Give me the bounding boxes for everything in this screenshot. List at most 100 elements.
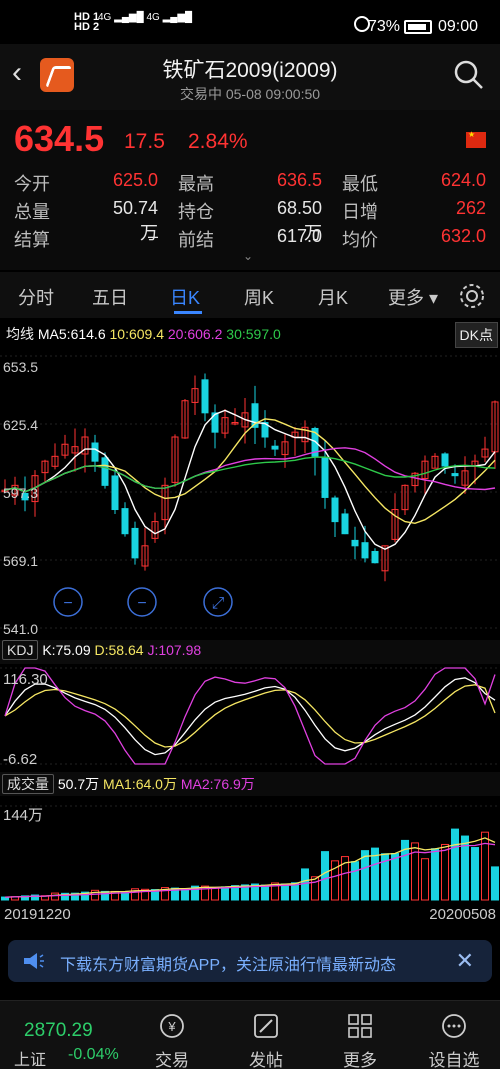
stat-value: 636.5 bbox=[276, 170, 322, 190]
candle-body bbox=[351, 539, 359, 547]
index-name: 上证 bbox=[14, 1052, 47, 1069]
signal-icon: 4G ▂▄▆█ 4G ▂▄▆█ bbox=[98, 12, 193, 23]
volume-bar bbox=[351, 861, 359, 901]
tab-5[interactable]: 更多 ▾ bbox=[388, 284, 438, 310]
grid-icon[interactable] bbox=[330, 1012, 390, 1042]
bottom-item-label[interactable]: 交易 bbox=[142, 1046, 202, 1069]
bottom-item-label[interactable]: 设自选 bbox=[424, 1046, 484, 1069]
stat-label: 总量 bbox=[14, 202, 50, 222]
tab-4[interactable]: 月K bbox=[318, 284, 348, 310]
date-end: 20200508 bbox=[429, 906, 496, 923]
index-value[interactable]: 2870.29 bbox=[24, 1020, 93, 1042]
hd2-label: HD 2 bbox=[74, 21, 100, 33]
stat-value: 262 bbox=[455, 198, 486, 218]
candle-body bbox=[271, 445, 279, 450]
stat-value: 624.0 bbox=[440, 170, 486, 190]
candle-body bbox=[111, 475, 119, 511]
zoom-glyph: ⤢ bbox=[212, 595, 225, 612]
candle-body bbox=[371, 550, 379, 564]
volume-legend: 成交量 50.7万 MA1:64.0万 MA2:76.9万 bbox=[2, 774, 255, 794]
ma20-value: 20:606.2 bbox=[167, 326, 223, 342]
battery-icon bbox=[404, 20, 432, 34]
tab-1[interactable]: 五日 bbox=[92, 284, 128, 310]
kdj-y-bottom: -6.62 bbox=[3, 751, 37, 768]
volume-bar bbox=[311, 876, 319, 901]
ma-label: 均线 bbox=[6, 326, 34, 342]
kdj-j-value: J:107.98 bbox=[147, 642, 202, 658]
tab-2[interactable]: 日K bbox=[170, 284, 200, 310]
price-change: 17.5 bbox=[124, 130, 165, 153]
candle-body bbox=[201, 379, 209, 414]
svg-text:¥: ¥ bbox=[167, 1019, 176, 1034]
last-price: 634.5 bbox=[14, 118, 105, 159]
zoom-glyph: − bbox=[63, 595, 72, 612]
stat-label: 均价 bbox=[342, 230, 378, 250]
active-tab-indicator bbox=[174, 311, 202, 314]
stat-label: 日增 bbox=[342, 202, 378, 222]
search-icon[interactable] bbox=[454, 60, 484, 90]
volume-chart[interactable]: 144万 bbox=[0, 796, 500, 902]
candle-body bbox=[341, 513, 349, 535]
kdj-selector[interactable]: KDJ bbox=[2, 640, 39, 660]
banner-text: 下载东方财富期货APP，关注原油行情最新动态 bbox=[60, 957, 397, 974]
candle-body bbox=[331, 497, 339, 523]
kdj-chart[interactable]: 116.30 -6.62 bbox=[0, 664, 500, 768]
volume-bar bbox=[261, 884, 269, 901]
y-tick-label: 625.4 bbox=[3, 417, 38, 433]
y-tick-label: 569.1 bbox=[3, 553, 38, 569]
stat-label: 最低 bbox=[342, 174, 378, 194]
y-tick-label: 653.5 bbox=[3, 359, 38, 375]
stat-value: – bbox=[147, 226, 158, 246]
candle-body bbox=[131, 527, 139, 559]
volume-bar bbox=[301, 868, 309, 901]
zoom-glyph: − bbox=[137, 595, 146, 612]
candlestick-chart[interactable]: 653.5 625.4 597.3 569.1 541.0 − − ⤢ bbox=[0, 344, 500, 636]
trading-status: 交易中 05-08 09:00:50 bbox=[179, 86, 321, 102]
stat-label: 最高 bbox=[178, 174, 214, 194]
volume-y-top: 144万 bbox=[3, 807, 43, 824]
y-tick-label: 541.0 bbox=[3, 621, 38, 636]
volume-bar bbox=[321, 851, 329, 901]
status-bar: HD 1 HD 2 4G ▂▄▆█ 4G ▂▄▆█ 73% 09:00 bbox=[0, 0, 500, 44]
china-flag-icon bbox=[466, 130, 486, 148]
stat-label: 前结 bbox=[178, 230, 214, 250]
volume-bar bbox=[391, 853, 399, 901]
volume-bar bbox=[451, 828, 459, 901]
clock: 09:00 bbox=[437, 18, 478, 35]
settings-gear-icon[interactable] bbox=[458, 282, 486, 310]
stat-label: 结算 bbox=[14, 230, 50, 250]
volume-bar bbox=[471, 847, 479, 901]
tab-3[interactable]: 周K bbox=[244, 284, 274, 310]
ma30-value: 30:597.0 bbox=[226, 326, 281, 342]
stat-label: 持仓 bbox=[178, 202, 214, 222]
candle-body bbox=[361, 542, 369, 559]
volume-ma1: MA1:64.0万 bbox=[103, 776, 177, 792]
kdj-k-line bbox=[4, 677, 496, 756]
stat-value: 632.0 bbox=[440, 226, 486, 246]
bottom-item-label[interactable]: 发帖 bbox=[236, 1046, 296, 1069]
volume-bar bbox=[51, 892, 59, 901]
volume-selector[interactable]: 成交量 bbox=[2, 774, 54, 794]
edit-icon[interactable] bbox=[236, 1012, 296, 1042]
kdj-k-value: K:75.09 bbox=[42, 642, 91, 658]
volume-bar bbox=[281, 883, 289, 901]
speaker-icon bbox=[24, 953, 44, 969]
close-icon[interactable]: ✕ bbox=[456, 948, 474, 974]
ma-legend: 均线 MA5:614.6 10:609.4 20:606.2 30:597.0 bbox=[6, 324, 281, 344]
volume-bar bbox=[431, 848, 439, 901]
more-icon[interactable] bbox=[424, 1012, 484, 1042]
volume-bar bbox=[421, 858, 429, 901]
expand-chevron-icon[interactable]: ⌄ bbox=[243, 249, 253, 263]
y-tick-label: 597.3 bbox=[3, 485, 38, 501]
volume-ma2: MA2:76.9万 bbox=[180, 776, 255, 792]
price-change-pct: 2.84% bbox=[188, 130, 248, 153]
yuan-icon[interactable]: ¥ bbox=[142, 1012, 202, 1042]
kdj-j-line bbox=[4, 667, 496, 765]
header: ‹ 铁矿石2009(i2009) 交易中 05-08 09:00:50 bbox=[0, 44, 500, 110]
candle-body bbox=[441, 453, 449, 467]
volume-bar bbox=[481, 831, 489, 901]
tab-0[interactable]: 分时 bbox=[18, 284, 54, 310]
volume-bar bbox=[221, 886, 229, 901]
bottom-item-label[interactable]: 更多 bbox=[330, 1046, 390, 1069]
kdj-legend: KDJ K:75.09 D:58.64 J:107.98 bbox=[2, 640, 202, 660]
